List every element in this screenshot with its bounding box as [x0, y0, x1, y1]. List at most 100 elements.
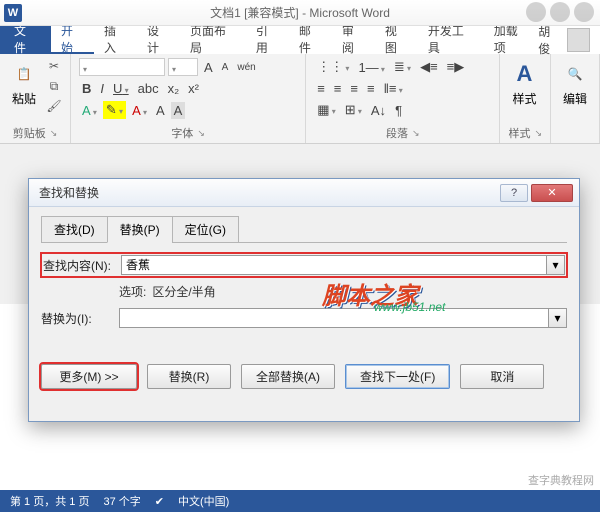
- more-button[interactable]: 更多(M) >>: [41, 364, 137, 389]
- replace-input[interactable]: ▾: [119, 308, 567, 328]
- avatar-icon: [567, 28, 590, 52]
- tab-mailings[interactable]: 邮件: [289, 26, 332, 54]
- tab-home[interactable]: 开始: [51, 26, 94, 54]
- paste-button[interactable]: 📋 粘贴: [8, 58, 40, 109]
- titlebar-decoration: [526, 2, 594, 22]
- tab-layout[interactable]: 页面布局: [180, 26, 246, 54]
- find-input-value: 香蕉: [126, 258, 150, 272]
- paragraph-launcher-icon[interactable]: ↘: [412, 128, 420, 139]
- tab-replace[interactable]: 替换(P): [107, 216, 173, 243]
- cancel-button[interactable]: 取消: [460, 364, 544, 389]
- phonetic-icon[interactable]: wén: [234, 61, 258, 74]
- status-bar: 第 1 页，共 1 页 37 个字 ✔ 中文(中国): [0, 490, 600, 512]
- ribbon-tabs: 文件 开始 插入 设计 页面布局 引用 邮件 审阅 视图 开发工具 加载项 胡俊: [0, 26, 600, 54]
- replace-dropdown-icon[interactable]: ▾: [548, 309, 566, 327]
- replace-label: 替换为(I):: [41, 310, 115, 327]
- close-button[interactable]: ✕: [531, 184, 573, 202]
- help-button[interactable]: ?: [500, 184, 528, 202]
- clipboard-group-label: 剪贴板: [13, 125, 46, 141]
- bullets-button[interactable]: ⋮⋮: [314, 58, 352, 76]
- italic-button[interactable]: I: [97, 80, 107, 97]
- dialog-titlebar[interactable]: 查找和替换 ? ✕: [29, 179, 579, 207]
- tab-developer[interactable]: 开发工具: [418, 26, 484, 54]
- font-family-combo[interactable]: [79, 58, 165, 76]
- clipboard-launcher-icon[interactable]: ↘: [50, 128, 58, 139]
- tab-design[interactable]: 设计: [137, 26, 180, 54]
- increase-indent-button[interactable]: ≡▶: [444, 58, 468, 76]
- align-center-button[interactable]: ≡: [331, 80, 345, 97]
- tab-file[interactable]: 文件: [0, 26, 51, 54]
- font-color-button[interactable]: A: [129, 102, 150, 119]
- group-clipboard: 📋 粘贴 ✂ ⧉ 🖌 剪贴板 ↘: [0, 54, 71, 143]
- find-replace-dialog: 查找和替换 ? ✕ 查找(D) 替换(P) 定位(G) 查找内容(N): 香蕉 …: [28, 178, 580, 422]
- app-titlebar: W 文档1 [兼容模式] - Microsoft Word: [0, 0, 600, 26]
- format-painter-icon[interactable]: 🖌: [46, 98, 62, 114]
- shading-button[interactable]: ▦: [314, 101, 339, 119]
- find-icon: 🔍: [561, 60, 589, 88]
- tab-insert[interactable]: 插入: [94, 26, 137, 54]
- highlight-button[interactable]: ✎: [103, 101, 126, 119]
- shrink-font-icon[interactable]: A: [219, 61, 232, 74]
- options-value: 区分全/半角: [152, 283, 215, 300]
- show-marks-button[interactable]: ¶: [392, 102, 405, 119]
- status-page[interactable]: 第 1 页，共 1 页: [10, 493, 89, 509]
- tab-view[interactable]: 视图: [375, 26, 418, 54]
- dialog-title: 查找和替换: [39, 184, 497, 201]
- find-next-button[interactable]: 查找下一处(F): [345, 364, 450, 389]
- char-shading-button[interactable]: A: [171, 102, 186, 119]
- group-styles: A 样式 样式 ↘: [500, 54, 551, 143]
- options-label: 选项:: [119, 283, 146, 300]
- user-name: 胡俊: [538, 23, 561, 57]
- paste-label: 粘贴: [12, 90, 36, 107]
- align-right-button[interactable]: ≡: [347, 80, 361, 97]
- text-effects-button[interactable]: A: [79, 102, 100, 119]
- watermark-corner1: 查字典教程网: [528, 472, 594, 488]
- char-border-button[interactable]: A: [153, 102, 168, 119]
- status-words[interactable]: 37 个字: [103, 493, 140, 509]
- underline-button[interactable]: U: [110, 80, 132, 97]
- status-language[interactable]: 中文(中国): [178, 493, 229, 509]
- line-spacing-button[interactable]: ‖≡: [381, 80, 406, 97]
- bold-button[interactable]: B: [79, 80, 94, 97]
- paste-icon: 📋: [10, 60, 38, 88]
- tab-goto[interactable]: 定位(G): [172, 216, 239, 243]
- styles-icon: A: [510, 60, 538, 88]
- tab-find[interactable]: 查找(D): [41, 216, 108, 243]
- paragraph-group-label: 段落: [386, 125, 408, 141]
- styles-button[interactable]: A 样式: [508, 58, 540, 109]
- replace-all-button[interactable]: 全部替换(A): [241, 364, 335, 389]
- find-label: 查找内容(N):: [43, 257, 117, 274]
- find-dropdown-icon[interactable]: ▾: [546, 256, 564, 274]
- spellcheck-icon[interactable]: ✔: [155, 495, 164, 508]
- group-editing: 🔍 编辑: [551, 54, 600, 143]
- align-left-button[interactable]: ≡: [314, 80, 328, 97]
- tab-references[interactable]: 引用: [246, 26, 289, 54]
- cut-icon[interactable]: ✂: [46, 58, 62, 74]
- find-input[interactable]: 香蕉 ▾: [121, 255, 565, 275]
- sort-button[interactable]: A↓: [368, 102, 389, 119]
- decrease-indent-button[interactable]: ◀≡: [417, 58, 441, 76]
- multilevel-button[interactable]: ≣: [391, 58, 414, 76]
- justify-button[interactable]: ≡: [364, 80, 378, 97]
- font-launcher-icon[interactable]: ↘: [197, 128, 205, 139]
- group-paragraph: ⋮⋮ 1— ≣ ◀≡ ≡▶ ≡ ≡ ≡ ≡ ‖≡ ▦ ⊞ A↓ ¶ 段落 ↘: [306, 54, 500, 143]
- superscript-button[interactable]: x²: [185, 80, 202, 97]
- font-size-combo[interactable]: [168, 58, 198, 76]
- ribbon: 📋 粘贴 ✂ ⧉ 🖌 剪贴板 ↘ A A wén B I U: [0, 54, 600, 144]
- styles-launcher-icon[interactable]: ↘: [534, 128, 542, 139]
- replace-button[interactable]: 替换(R): [147, 364, 231, 389]
- subscript-button[interactable]: x₂: [165, 80, 183, 97]
- numbering-button[interactable]: 1—: [355, 59, 387, 76]
- editing-button[interactable]: 🔍 编辑: [559, 58, 591, 109]
- strikethrough-button[interactable]: abc: [135, 80, 162, 97]
- copy-icon[interactable]: ⧉: [46, 78, 62, 94]
- borders-button[interactable]: ⊞: [342, 101, 365, 119]
- tab-addins[interactable]: 加载项: [484, 26, 538, 54]
- styles-label: 样式: [512, 90, 536, 107]
- word-logo-icon: W: [4, 4, 22, 22]
- tab-review[interactable]: 审阅: [332, 26, 375, 54]
- font-group-label: 字体: [171, 125, 193, 141]
- user-account[interactable]: 胡俊: [538, 26, 600, 54]
- grow-font-icon[interactable]: A: [201, 59, 216, 76]
- document-title: 文档1 [兼容模式] - Microsoft Word: [210, 4, 390, 21]
